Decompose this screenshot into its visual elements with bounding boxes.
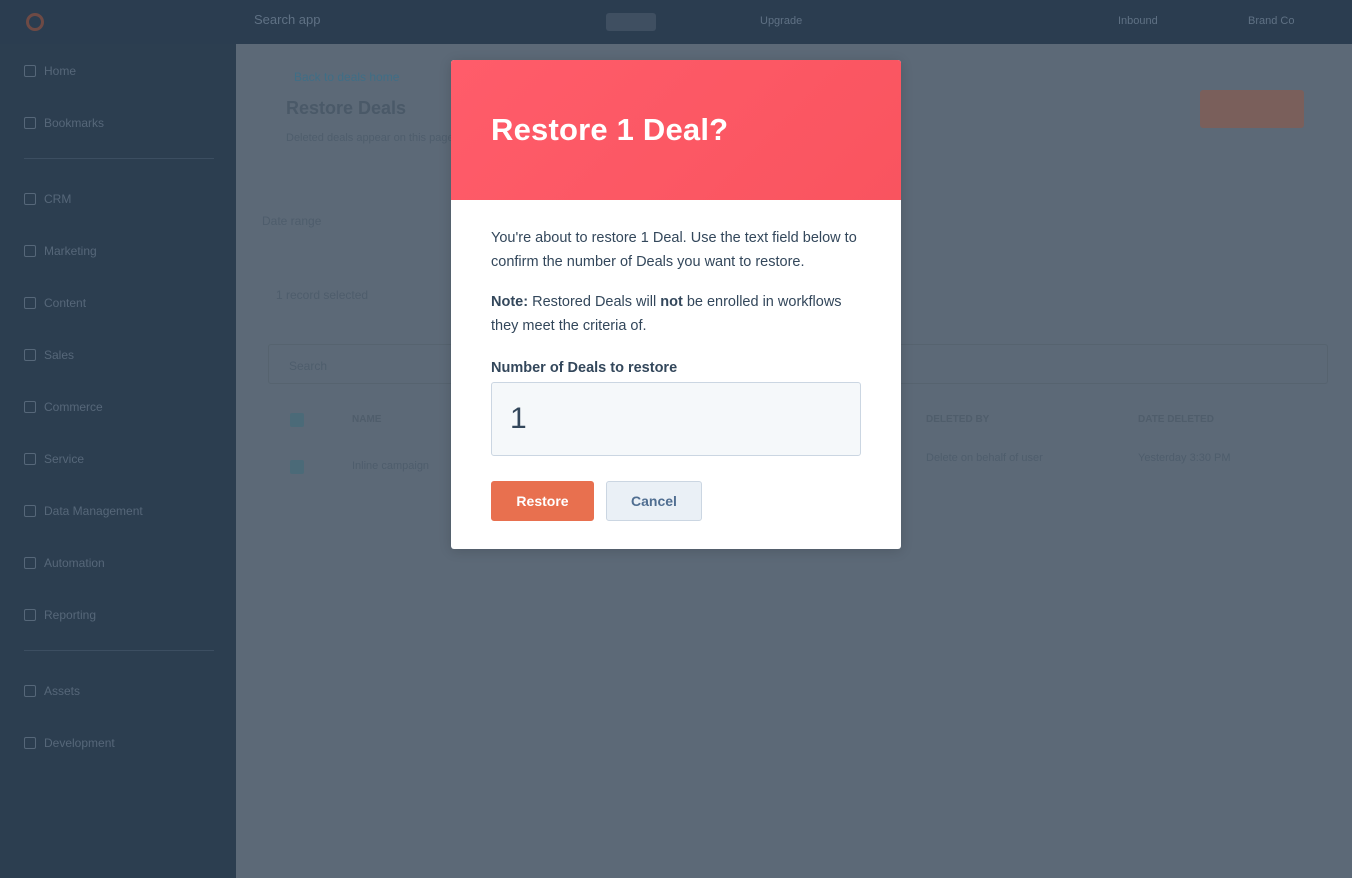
sidebar-item-sales[interactable]: Sales	[24, 348, 74, 362]
sidebar-item-automation[interactable]: Automation	[24, 556, 105, 570]
modal-description: You're about to restore 1 Deal. Use the …	[491, 230, 857, 270]
modal-header: Restore 1 Deal?	[451, 60, 901, 200]
restore-count-label: Number of Deals to restore	[491, 360, 678, 376]
inbound-link[interactable]: Inbound	[1118, 15, 1158, 27]
row-date-deleted: Yesterday 3:30 PM	[1138, 452, 1231, 464]
crm-icon	[24, 193, 36, 205]
sidebar-item-commerce[interactable]: Commerce	[24, 400, 103, 414]
reporting-icon	[24, 609, 36, 621]
code-icon	[24, 737, 36, 749]
restore-deal-modal: Restore 1 Deal? You're about to restore …	[451, 60, 901, 549]
database-icon	[24, 505, 36, 517]
breadcrumb[interactable]: Back to deals home	[294, 70, 399, 84]
page-title: Restore Deals	[286, 98, 407, 118]
sidebar-item-marketing[interactable]: Marketing	[24, 244, 97, 258]
sidebar-item-development[interactable]: Development	[24, 736, 115, 750]
app-search[interactable]: Search app	[254, 12, 321, 27]
restore-count-input[interactable]	[491, 382, 861, 456]
modal-actions: Restore Cancel	[491, 481, 861, 521]
sidebar-item-content[interactable]: Content	[24, 296, 86, 310]
account-menu[interactable]: Brand Co	[1248, 15, 1294, 27]
content-icon	[24, 297, 36, 309]
service-icon	[24, 453, 36, 465]
modal-title: Restore 1 Deal?	[491, 112, 729, 147]
row-name[interactable]: Inline campaign	[352, 460, 429, 472]
sidebar-item-assets[interactable]: Assets	[24, 684, 80, 698]
sidebar-item-home[interactable]: Home	[24, 64, 76, 78]
sidebar: Home Bookmarks CRM Marketing Content Sal…	[0, 44, 236, 878]
note-label: Note:	[491, 294, 529, 310]
note-emphasis: not	[660, 294, 683, 310]
home-icon	[24, 65, 36, 77]
top-navigation-bar: Search app Upgrade Inbound Brand Co	[0, 0, 1352, 44]
column-header-date-deleted[interactable]: DATE DELETED	[1138, 414, 1214, 425]
restore-primary-button[interactable]	[1200, 90, 1304, 128]
hubspot-logo-icon[interactable]	[26, 13, 44, 31]
assets-icon	[24, 685, 36, 697]
selection-count: 1 record selected	[276, 288, 369, 302]
sales-icon	[24, 349, 36, 361]
cancel-button[interactable]: Cancel	[606, 481, 702, 521]
sidebar-item-crm[interactable]: CRM	[24, 192, 71, 206]
sidebar-divider	[24, 158, 214, 159]
sidebar-item-reporting[interactable]: Reporting	[24, 608, 96, 622]
sidebar-item-bookmarks[interactable]: Bookmarks	[24, 116, 104, 130]
marketing-icon	[24, 245, 36, 257]
select-all-checkbox[interactable]	[290, 413, 304, 427]
date-range-label: Date range	[262, 214, 322, 228]
automation-icon	[24, 557, 36, 569]
column-header-name[interactable]: NAME	[352, 414, 381, 425]
modal-note: Note: Restored Deals will not be enrolle…	[491, 290, 861, 338]
topbar-pill[interactable]	[606, 13, 656, 31]
row-checkbox[interactable]	[290, 460, 304, 474]
column-header-deleted-by[interactable]: DELETED BY	[926, 414, 989, 425]
row-deleted-by: Delete on behalf of user	[926, 452, 1043, 464]
note-text-1: Restored Deals will	[532, 294, 657, 310]
modal-body: You're about to restore 1 Deal. Use the …	[451, 200, 901, 521]
commerce-icon	[24, 401, 36, 413]
sidebar-item-data-management[interactable]: Data Management	[24, 504, 143, 518]
restore-button[interactable]: Restore	[491, 481, 594, 521]
sidebar-item-service[interactable]: Service	[24, 452, 84, 466]
sidebar-divider	[24, 650, 214, 651]
upgrade-link[interactable]: Upgrade	[760, 15, 802, 27]
bookmark-icon	[24, 117, 36, 129]
